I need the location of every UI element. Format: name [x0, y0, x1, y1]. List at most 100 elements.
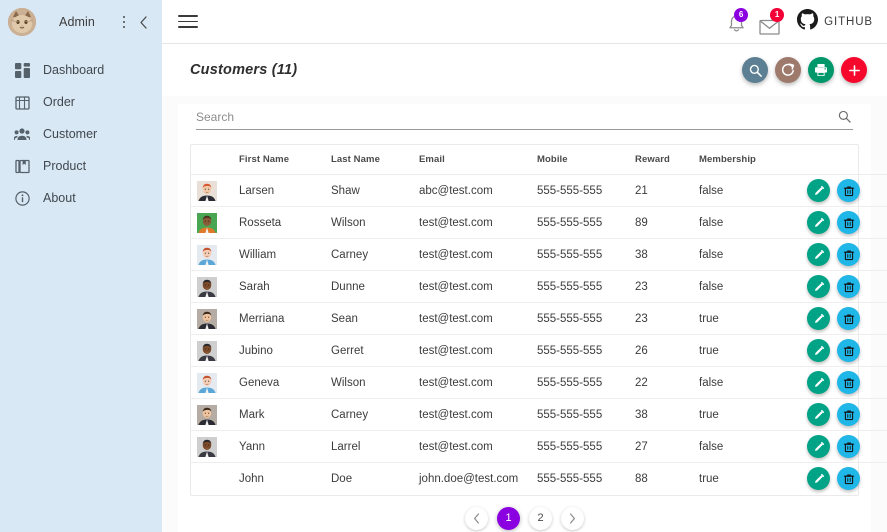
delete-row-button[interactable] [837, 243, 860, 266]
cell-membership: false [699, 238, 807, 271]
cell-reward: 23 [635, 302, 699, 335]
cell-email: test@test.com [419, 302, 537, 335]
page-header: Customers (11) [162, 44, 887, 96]
delete-row-button[interactable] [837, 307, 860, 330]
sidebar-item-dashboard[interactable]: Dashboard [0, 54, 162, 86]
row-avatar-cell [191, 398, 239, 431]
github-label: GITHUB [824, 15, 873, 28]
topbar: 6 1 GITHUB [162, 0, 887, 44]
add-fab[interactable] [841, 57, 867, 83]
refresh-fab[interactable] [775, 57, 801, 83]
delete-row-button[interactable] [837, 371, 860, 394]
pencil-edit-icon [814, 409, 824, 419]
table-row[interactable]: Yann Larrel test@test.com 555-555-555 27 fals… [191, 430, 887, 463]
cell-actions [807, 334, 887, 367]
cell-email: test@test.com [419, 398, 537, 431]
edit-row-button[interactable] [807, 211, 830, 234]
table-row[interactable]: Rosseta Wilson test@test.com 555-555-555 89 f… [191, 206, 887, 239]
delete-row-button[interactable] [837, 467, 860, 491]
avatar[interactable] [8, 8, 36, 36]
cell-membership: false [699, 174, 807, 207]
notification-bell-button[interactable]: 6 [724, 7, 749, 35]
cell-membership: true [699, 334, 807, 367]
edit-row-button[interactable] [807, 307, 830, 330]
no-avatar [197, 469, 217, 489]
pagination-page-1[interactable]: 1 [497, 506, 520, 530]
search-fab[interactable] [742, 57, 768, 83]
pencil-edit-icon [814, 281, 824, 291]
customers-card: First Name Last Name Email Mobile Reward… [178, 104, 887, 532]
customers-table-wrapper: First Name Last Name Email Mobile Reward… [190, 144, 887, 496]
table-row[interactable]: William Carney test@test.com 555-555-555 38 f… [191, 238, 887, 271]
pagination-next-button[interactable] [561, 506, 584, 530]
cell-first-name: Merriana [239, 302, 331, 335]
table-row[interactable]: Merriana Sean test@test.com 555-555-555 23 tr… [191, 302, 887, 335]
cell-mobile: 555-555-555 [537, 174, 635, 207]
refresh-circular-arrow-icon [781, 63, 795, 76]
edit-row-button[interactable] [807, 243, 830, 266]
table-row[interactable]: Larsen Shaw abc@test.com 555-555-555 21 false [191, 174, 887, 207]
sidebar-item-customer[interactable]: Customer [0, 118, 162, 150]
edit-row-button[interactable] [807, 275, 830, 298]
table-row[interactable]: John Doe john.doe@test.com 555-555-555 88 tru… [191, 463, 887, 495]
edit-row-button[interactable] [807, 467, 830, 491]
pagination-prev-button[interactable] [465, 506, 488, 530]
edit-row-button[interactable] [807, 435, 830, 458]
cell-mobile: 555-555-555 [537, 270, 635, 303]
bell-badge: 6 [734, 7, 749, 22]
mail-button[interactable]: 1 [757, 7, 785, 35]
cell-membership: false [699, 366, 807, 399]
edit-row-button[interactable] [807, 339, 830, 362]
cell-mobile: 555-555-555 [537, 398, 635, 431]
trash-delete-icon [843, 441, 854, 452]
edit-row-button[interactable] [807, 179, 830, 202]
cell-first-name: Geneva [239, 366, 331, 399]
delete-row-button[interactable] [837, 339, 860, 362]
trash-delete-icon [843, 409, 854, 420]
cell-membership: false [699, 430, 807, 463]
cell-membership: false [699, 206, 807, 239]
sidebar-item-label: Order [43, 95, 75, 109]
pagination-page-2[interactable]: 2 [529, 506, 552, 530]
github-link[interactable]: GITHUB [797, 8, 873, 35]
search-icon[interactable] [835, 108, 853, 126]
table-row[interactable]: Geneva Wilson test@test.com 555-555-555 22 fa… [191, 366, 887, 399]
row-avatar-cell [191, 366, 239, 399]
cell-membership: true [699, 398, 807, 431]
cell-first-name: William [239, 238, 331, 271]
table-row[interactable]: Jubino Gerret test@test.com 555-555-555 26 tr… [191, 334, 887, 367]
delete-row-button[interactable] [837, 211, 860, 234]
delete-row-button[interactable] [837, 435, 860, 458]
trash-delete-icon [843, 281, 854, 292]
table-body: Larsen Shaw abc@test.com 555-555-555 21 false… [191, 174, 887, 495]
more-vertical-icon[interactable] [116, 10, 132, 34]
delete-row-button[interactable] [837, 275, 860, 298]
cell-last-name: Wilson [331, 206, 419, 239]
cell-reward: 26 [635, 334, 699, 367]
search-input[interactable] [196, 109, 835, 124]
delete-row-button[interactable] [837, 179, 860, 202]
table-row[interactable]: Sarah Dunne test@test.com 555-555-555 23 fals… [191, 270, 887, 303]
cell-first-name: Larsen [239, 174, 331, 207]
man-red-tie-avatar [197, 308, 217, 329]
pencil-edit-icon [814, 441, 824, 451]
trash-delete-icon [843, 474, 854, 484]
delete-row-button[interactable] [837, 403, 860, 426]
cell-actions [807, 398, 887, 431]
cell-mobile: 555-555-555 [537, 206, 635, 239]
trash-delete-icon [843, 185, 854, 196]
sidebar-item-product[interactable]: Product [0, 150, 162, 182]
sidebar-item-order[interactable]: Order [0, 86, 162, 118]
edit-row-button[interactable] [807, 403, 830, 426]
pencil-edit-icon [814, 473, 824, 483]
cell-first-name: John [239, 472, 264, 485]
hamburger-menu-icon[interactable] [178, 12, 198, 32]
sidebar-item-about[interactable]: About [0, 182, 162, 214]
cell-membership: false [699, 270, 807, 303]
pencil-edit-icon [814, 345, 824, 355]
chevron-left-icon[interactable] [132, 10, 154, 34]
trash-delete-icon [843, 345, 854, 356]
edit-row-button[interactable] [807, 371, 830, 394]
print-fab[interactable] [808, 57, 834, 83]
table-row[interactable]: Mark Carney test@test.com 555-555-555 38 true [191, 398, 887, 431]
